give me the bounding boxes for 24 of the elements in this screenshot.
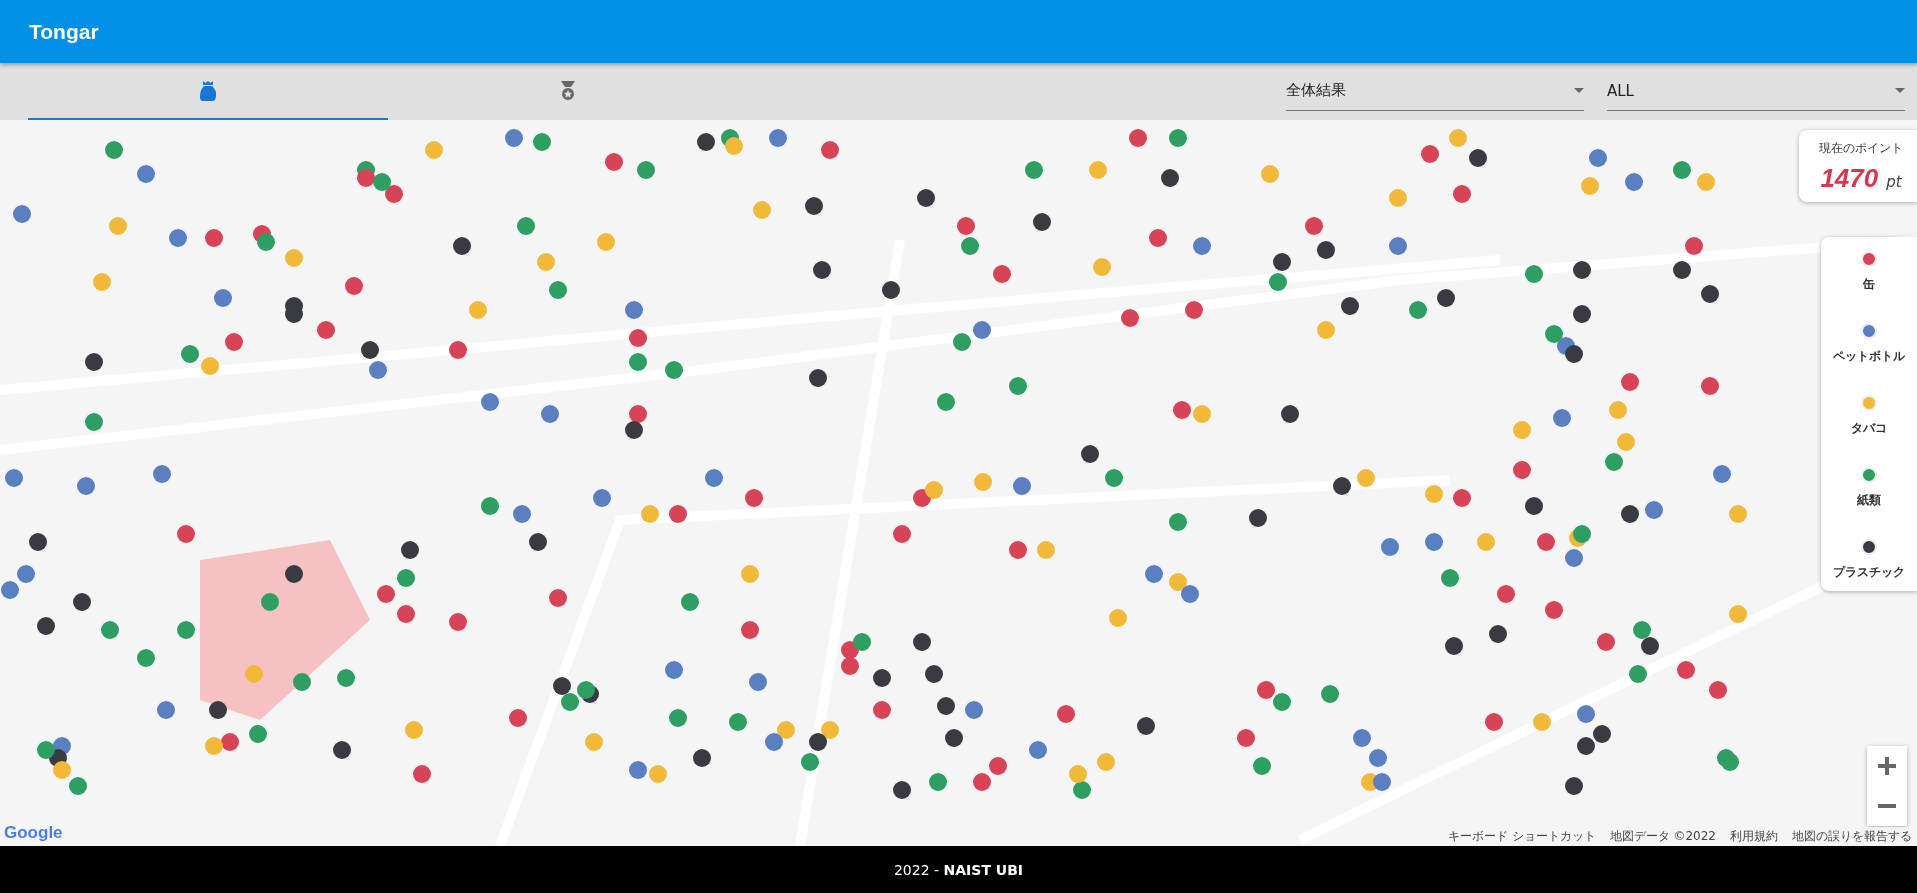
minus-icon xyxy=(1878,804,1896,808)
zoom-out-button[interactable] xyxy=(1867,786,1907,826)
map-tile[interactable]: 現在のポイント 1470 pt 缶 ペットボトル タバコ 紙類 プラスチック Google キーボード ショートカット 地図データ ©2022 利用規約 地図の誤りを報告する xyxy=(0,120,1917,846)
medal-icon xyxy=(560,80,576,101)
points-value: 1470 xyxy=(1820,163,1879,194)
dropdown-value: 全体結果 xyxy=(1286,81,1346,100)
points-label: 現在のポイント xyxy=(1819,140,1903,157)
filter-dropdown[interactable]: 全体結果 xyxy=(1286,75,1584,111)
legend-label: タバコ xyxy=(1851,420,1887,437)
points-unit: pt xyxy=(1886,173,1902,191)
footer-text: 2022 - NAIST UBI xyxy=(893,861,1024,878)
plus-icon xyxy=(1878,757,1896,775)
zoom-in-button[interactable] xyxy=(1867,746,1907,786)
legend-label: 缶 xyxy=(1863,276,1875,293)
filter-dropdown[interactable]: ALL xyxy=(1607,75,1905,111)
map-logo: Google xyxy=(4,823,63,843)
caret-icon xyxy=(1895,88,1905,93)
app-title: Tongar xyxy=(29,19,99,44)
legend-label: 紙類 xyxy=(1857,492,1881,509)
legend-label: プラスチック xyxy=(1833,564,1905,581)
legend-label: ペットボトル xyxy=(1833,348,1905,365)
caret-icon xyxy=(1574,88,1584,93)
money-bag-icon xyxy=(200,80,216,101)
dropdown-value: ALL xyxy=(1607,81,1634,100)
